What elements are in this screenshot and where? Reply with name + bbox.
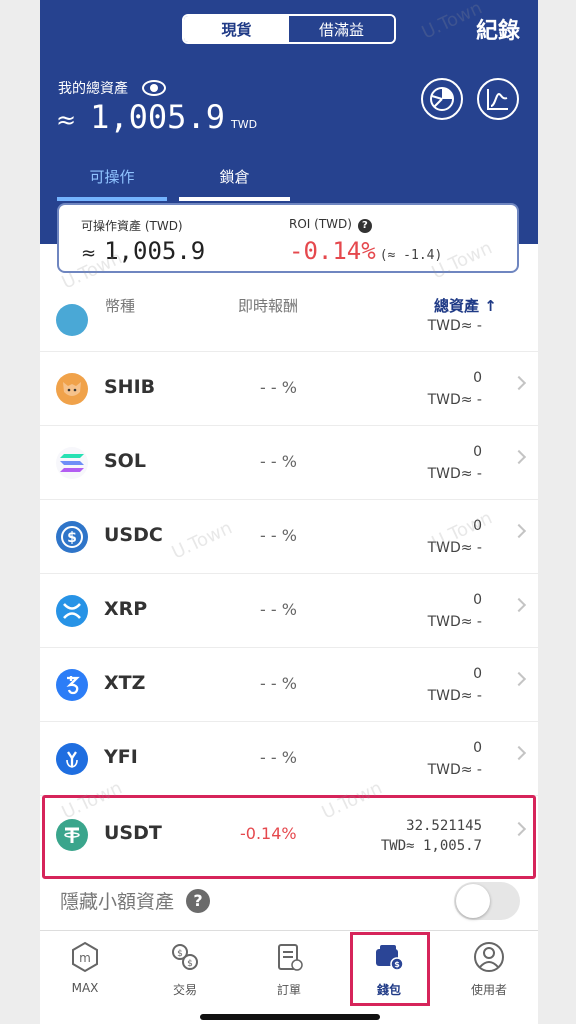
max-icon: m bbox=[67, 939, 103, 975]
trend-chart-button[interactable] bbox=[477, 78, 519, 120]
bottom-nav: m MAX $ $ 交易 訂單 $ 錢包 使用者 bbox=[40, 930, 538, 1024]
wallet-highlight-box bbox=[350, 932, 430, 1006]
coin-amount: 0 bbox=[473, 592, 482, 608]
coin-symbol: SOL bbox=[104, 450, 146, 472]
tab-available[interactable]: 可操作 bbox=[57, 166, 167, 201]
coin-twd: TWD≈ - bbox=[427, 392, 482, 408]
chevron-right-icon bbox=[511, 449, 527, 465]
tab-locked[interactable]: 鎖倉 bbox=[179, 166, 290, 201]
coin-return: - - % bbox=[260, 452, 297, 471]
column-coin: 幣種 bbox=[105, 297, 136, 315]
roi-percent: -0.14% bbox=[289, 237, 376, 265]
sol-icon bbox=[56, 447, 88, 479]
nav-orders[interactable]: 訂單 bbox=[244, 939, 334, 998]
coin-symbol: YFI bbox=[104, 746, 138, 768]
market-segment: 現貨 借滿益 bbox=[182, 14, 396, 44]
column-realtime: 即時報酬 bbox=[238, 297, 299, 315]
pie-chart-icon bbox=[430, 87, 454, 111]
roi-value: -0.14% (≈ -1.4) bbox=[289, 237, 442, 265]
total-unit: TWD bbox=[230, 118, 258, 131]
coin-symbol: XRP bbox=[104, 598, 148, 620]
coin-symbol: USDC bbox=[104, 524, 163, 546]
chevron-right-icon bbox=[511, 745, 527, 761]
hide-small-assets: 隱藏小額資產 ? bbox=[60, 887, 211, 914]
hide-small-toggle[interactable] bbox=[454, 882, 520, 920]
svg-text:m: m bbox=[79, 951, 91, 965]
coin-amount: 0 bbox=[473, 740, 482, 756]
list-item-xrp[interactable]: XRP - - % 0 TWD≈ - bbox=[40, 574, 538, 648]
chevron-right-icon bbox=[511, 375, 527, 391]
list-item-partial[interactable]: TWD≈ - bbox=[40, 304, 538, 352]
nav-trade[interactable]: $ $ 交易 bbox=[140, 939, 230, 998]
list-item-sol[interactable]: SOL - - % 0 TWD≈ - bbox=[40, 426, 538, 500]
nav-user[interactable]: 使用者 bbox=[444, 939, 534, 998]
home-indicator bbox=[200, 1014, 380, 1020]
approx-sign: ≈ bbox=[56, 106, 77, 134]
coin-icon bbox=[56, 304, 88, 336]
roi-twd: (≈ -1.4) bbox=[379, 248, 443, 263]
line-chart-icon bbox=[487, 89, 508, 110]
total-assets-value: ≈ 1,005.9 TWD bbox=[56, 98, 257, 136]
coin-return: - - % bbox=[260, 526, 297, 545]
coin-twd: TWD≈ - bbox=[427, 466, 482, 482]
xrp-icon bbox=[56, 595, 88, 627]
yfi-icon bbox=[56, 743, 88, 775]
right-border bbox=[538, 0, 576, 1024]
roi-label: ROI (TWD)? bbox=[289, 217, 372, 233]
usdc-icon: $ bbox=[56, 521, 88, 553]
coin-twd: TWD≈ - bbox=[427, 762, 482, 778]
nav-label: 使用者 bbox=[470, 983, 507, 997]
xtz-icon bbox=[56, 669, 88, 701]
coin-symbol: XTZ bbox=[104, 672, 146, 694]
help-icon[interactable]: ? bbox=[186, 888, 211, 913]
coin-return: - - % bbox=[260, 600, 297, 619]
chevron-right-icon bbox=[511, 671, 527, 687]
column-total-sort[interactable]: 總資產 ↑ bbox=[434, 295, 497, 316]
total-assets-label: 我的總資產 bbox=[58, 78, 166, 98]
coin-symbol: SHIB bbox=[104, 376, 156, 398]
user-icon bbox=[471, 939, 507, 975]
available-assets-label: 可操作資產 (TWD) bbox=[81, 219, 183, 233]
left-border bbox=[0, 0, 40, 1024]
toggle-knob bbox=[456, 884, 490, 918]
orders-icon bbox=[271, 939, 307, 975]
list-item-xtz[interactable]: XTZ - - % 0 TWD≈ - bbox=[40, 648, 538, 722]
chevron-right-icon bbox=[511, 597, 527, 613]
visibility-icon[interactable] bbox=[142, 80, 166, 96]
wallet-screen: 現貨 借滿益 紀錄 我的總資產 ≈ 1,005.9 TWD 可操作 鎖倉 可操作… bbox=[0, 0, 576, 1024]
total-assets-title: 我的總資產 bbox=[58, 81, 128, 97]
nav-label: 訂單 bbox=[276, 983, 301, 997]
tab-spot[interactable]: 現貨 bbox=[184, 16, 289, 42]
nav-label: MAX bbox=[71, 981, 99, 995]
coin-amount: 0 bbox=[473, 666, 482, 682]
coin-return: - - % bbox=[260, 378, 297, 397]
coin-return: - - % bbox=[260, 674, 297, 693]
chevron-right-icon bbox=[511, 523, 527, 539]
total-amount: 1,005.9 bbox=[90, 98, 225, 136]
nav-max[interactable]: m MAX bbox=[40, 939, 130, 995]
svg-text:$: $ bbox=[177, 949, 183, 959]
usdt-highlight-box bbox=[42, 795, 536, 879]
help-icon[interactable]: ? bbox=[357, 218, 372, 233]
nav-label: 交易 bbox=[172, 983, 197, 997]
coin-twd: TWD≈ - bbox=[427, 688, 482, 704]
coin-return: - - % bbox=[260, 748, 297, 767]
hide-small-label: 隱藏小額資產 bbox=[60, 891, 175, 913]
row-twd: TWD≈ - bbox=[427, 318, 482, 334]
list-item-shib[interactable]: SHIB - - % 0 TWD≈ - bbox=[40, 352, 538, 426]
tab-lending[interactable]: 借滿益 bbox=[289, 16, 394, 42]
svg-text:$: $ bbox=[187, 959, 193, 969]
coin-amount: 0 bbox=[473, 370, 482, 386]
svg-text:$: $ bbox=[67, 530, 77, 546]
coin-amount: 0 bbox=[473, 444, 482, 460]
roi-label-text: ROI (TWD) bbox=[289, 217, 352, 231]
shib-icon bbox=[56, 373, 88, 405]
trade-icon: $ $ bbox=[167, 939, 203, 975]
pie-chart-button[interactable] bbox=[421, 78, 463, 120]
coin-twd: TWD≈ - bbox=[427, 614, 482, 630]
